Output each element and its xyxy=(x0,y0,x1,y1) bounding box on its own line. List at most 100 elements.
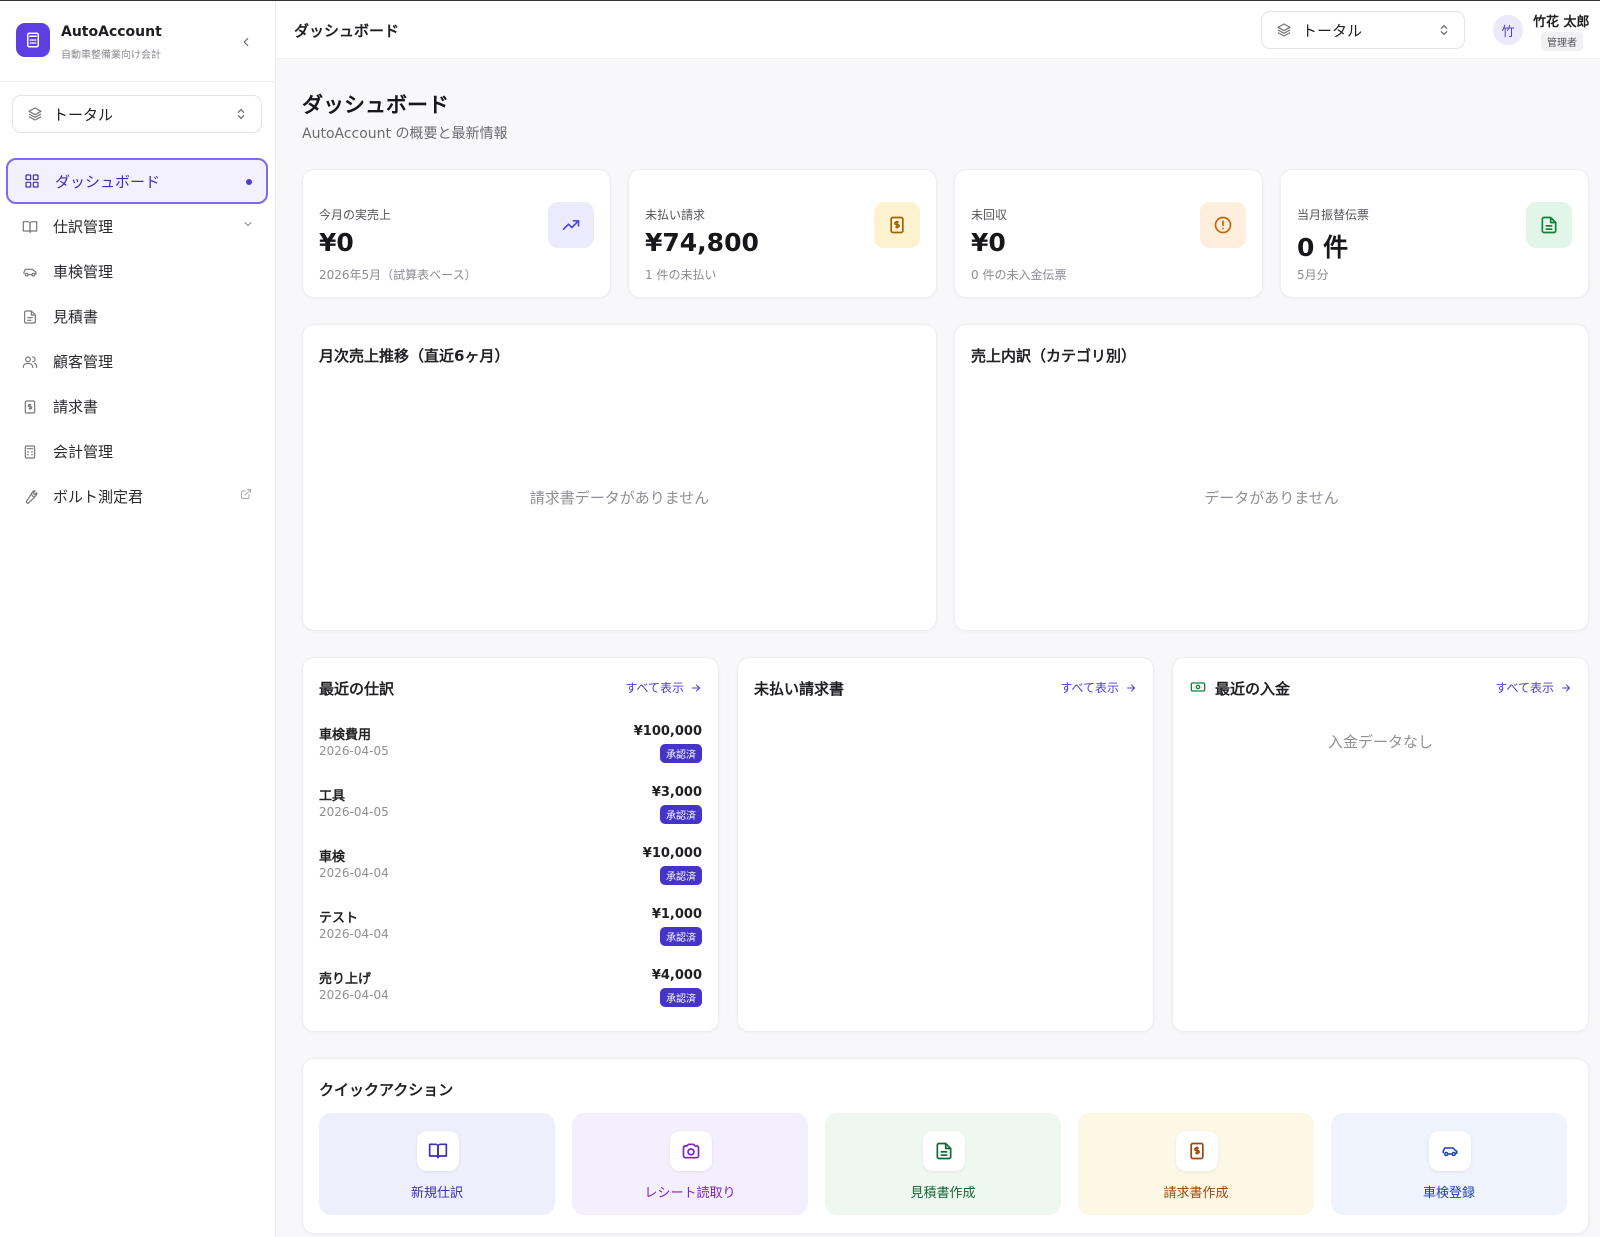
quick-actions-card: クイックアクション 新規仕訳 レシート読取り 見積書作成 請求書作成 車検登録 xyxy=(302,1058,1589,1234)
alert-circle-icon xyxy=(1200,202,1246,248)
card-title: クイックアクション xyxy=(319,1081,454,1099)
quick-action-new-journal[interactable]: 新規仕訳 xyxy=(319,1113,555,1215)
entry-date: 2026-04-04 xyxy=(319,988,389,1002)
camera-icon xyxy=(670,1131,712,1171)
card-title: 未払い請求書 xyxy=(754,680,845,698)
stat-value: 0 件 xyxy=(1297,233,1349,262)
sidebar-item-label: 仕訳管理 xyxy=(53,218,114,236)
book-icon xyxy=(417,1131,459,1171)
book-icon xyxy=(21,218,39,236)
page-subtitle: AutoAccount の概要と最新情報 xyxy=(302,126,508,142)
entry-row[interactable]: 売り上げ 2026-04-04 ¥4,000 承認済 xyxy=(319,968,702,1018)
sidebar-item-customers[interactable]: 顧客管理 xyxy=(6,339,268,384)
active-dot-icon xyxy=(246,179,252,185)
stat-card-uncollected[interactable]: 未回収 ¥0 0 件の未入金伝票 xyxy=(954,169,1263,298)
view-all-link[interactable]: すべて表示 xyxy=(1060,679,1137,696)
car-icon xyxy=(21,263,39,281)
category-sales-chart-card: 売上内訳（カテゴリ別） データがありません xyxy=(954,324,1589,631)
view-all-link[interactable]: すべて表示 xyxy=(1495,679,1572,696)
page-title: ダッシュボード xyxy=(302,93,449,117)
quick-action-create-invoice[interactable]: 請求書作成 xyxy=(1078,1113,1314,1215)
quick-action-label: 見積書作成 xyxy=(910,1186,976,1201)
collapse-sidebar-button[interactable] xyxy=(236,32,256,52)
grid-icon xyxy=(23,172,41,190)
entry-amount: ¥1,000 xyxy=(651,907,702,922)
status-badge: 承認済 xyxy=(660,866,702,885)
quick-action-label: 新規仕訳 xyxy=(410,1186,463,1201)
invoice-icon xyxy=(1176,1131,1218,1171)
quick-action-create-estimate[interactable]: 見積書作成 xyxy=(825,1113,1061,1215)
sidebar-item-journal[interactable]: 仕訳管理 xyxy=(6,204,268,249)
sidebar-item-dashboard[interactable]: ダッシュボード xyxy=(6,158,268,204)
sidebar-item-bolt-tool[interactable]: ボルト測定君 xyxy=(6,474,268,519)
view-all-label: すべて表示 xyxy=(1060,681,1119,695)
entry-row[interactable]: 工具 2026-04-05 ¥3,000 承認済 xyxy=(319,785,702,835)
monthly-sales-chart-card: 月次売上推移（直近6ヶ月） 請求書データがありません xyxy=(302,324,937,631)
sidebar-scope-label: トータル xyxy=(53,105,114,124)
brand: AutoAccount 自動車整備業向け会計 xyxy=(0,1,275,82)
sidebar-item-estimates[interactable]: 見積書 xyxy=(6,294,268,339)
status-badge: 承認済 xyxy=(660,988,702,1007)
stat-label: 未回収 xyxy=(971,208,1008,222)
arrow-right-icon xyxy=(1127,684,1136,691)
entry-date: 2026-04-04 xyxy=(319,866,389,880)
unpaid-invoices-card: 未払い請求書 すべて表示 xyxy=(737,657,1154,1032)
entry-row[interactable]: テスト 2026-04-04 ¥1,000 承認済 xyxy=(319,907,702,957)
document-icon xyxy=(1526,202,1572,248)
entry-name: 工具 xyxy=(319,789,346,804)
user-avatar[interactable]: 竹 xyxy=(1493,15,1523,45)
stat-label: 未払い請求 xyxy=(645,208,706,222)
sidebar-scope-select[interactable]: トータル xyxy=(12,95,262,133)
stat-card-transfer-slips[interactable]: 当月振替伝票 0 件 5月分 xyxy=(1280,169,1589,298)
stat-card-monthly-sales[interactable]: 今月の実売上 ¥0 2026年5月（試算表ベース） xyxy=(302,169,611,298)
stat-label: 当月振替伝票 xyxy=(1297,208,1370,222)
stat-value: ¥74,800 xyxy=(645,228,759,257)
sidebar-item-invoices[interactable]: 請求書 xyxy=(6,384,268,429)
entry-date: 2026-04-04 xyxy=(319,927,389,941)
top-header: ダッシュボード トータル 竹 竹花 太郎 管理者 xyxy=(276,1,1600,59)
banknote-icon xyxy=(1189,679,1207,695)
header-scope-select[interactable]: トータル xyxy=(1261,11,1465,49)
quick-action-label: 請求書作成 xyxy=(1163,1186,1229,1201)
card-title: 最近の入金 xyxy=(1215,680,1291,698)
view-all-link[interactable]: すべて表示 xyxy=(625,679,702,696)
card-title: 最近の仕訳 xyxy=(319,680,395,698)
quick-action-register-inspection[interactable]: 車検登録 xyxy=(1331,1113,1567,1215)
sidebar-item-inspection[interactable]: 車検管理 xyxy=(6,249,268,294)
empty-state: データがありません xyxy=(1204,489,1339,507)
header-scope-label: トータル xyxy=(1302,21,1363,40)
calculator-icon xyxy=(21,443,39,461)
entry-row[interactable]: 車検 2026-04-04 ¥10,000 承認済 xyxy=(319,846,702,896)
header-title: ダッシュボード xyxy=(294,22,400,40)
status-badge: 承認済 xyxy=(660,744,702,763)
chevron-down-icon[interactable] xyxy=(242,218,254,230)
sidebar-item-label: 見積書 xyxy=(53,308,99,326)
sidebar-nav: ダッシュボード 仕訳管理 車検管理 見積書 顧客管理 請求書 会計管理 ボルト測… xyxy=(6,158,268,519)
entry-name: 車検 xyxy=(319,850,346,865)
quick-action-receipt-scan[interactable]: レシート読取り xyxy=(572,1113,808,1215)
view-all-label: すべて表示 xyxy=(625,681,684,695)
entry-date: 2026-04-05 xyxy=(319,805,389,819)
user-name[interactable]: 竹花 太郎 xyxy=(1533,11,1590,30)
sidebar-item-label: ボルト測定君 xyxy=(53,488,144,506)
entry-amount: ¥4,000 xyxy=(651,968,702,983)
layers-icon xyxy=(1277,23,1291,37)
view-all-label: すべて表示 xyxy=(1495,681,1554,695)
app-name: AutoAccount xyxy=(61,24,162,40)
sidebar-item-label: 請求書 xyxy=(53,398,99,416)
chevron-updown-icon xyxy=(1440,24,1448,36)
chevron-left-icon xyxy=(243,37,249,47)
sidebar-item-label: ダッシュボード xyxy=(55,172,161,191)
stat-note: 0 件の未入金伝票 xyxy=(971,268,1067,282)
status-badge: 承認済 xyxy=(660,927,702,946)
entry-row[interactable]: 車検費用 2026-04-05 ¥100,000 承認済 xyxy=(319,724,702,774)
calculator-logo-icon[interactable] xyxy=(16,23,50,57)
sidebar-item-accounting[interactable]: 会計管理 xyxy=(6,429,268,474)
arrow-right-icon xyxy=(692,684,701,691)
stat-card-unpaid[interactable]: 未払い請求 ¥74,800 1 件の未払い xyxy=(628,169,937,298)
recent-payments-card: 最近の入金 すべて表示 入金データなし xyxy=(1172,657,1589,1032)
stat-note: 5月分 xyxy=(1297,268,1329,282)
user-role-badge: 管理者 xyxy=(1541,32,1583,51)
stat-value: ¥0 xyxy=(319,228,354,257)
entry-amount: ¥10,000 xyxy=(642,846,702,861)
